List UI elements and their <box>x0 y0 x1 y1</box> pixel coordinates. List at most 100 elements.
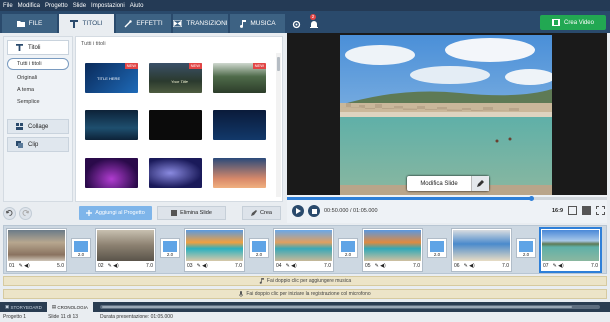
crop-icon[interactable] <box>568 206 577 215</box>
transition[interactable]: 2.0 <box>516 238 536 258</box>
title-thumbnail[interactable] <box>213 110 266 140</box>
transition[interactable]: 2.0 <box>427 238 447 258</box>
create-title-button[interactable]: Crea <box>242 206 281 220</box>
delete-slide-icon <box>171 210 178 216</box>
menu-bar: File Modifica Progetto Slide Impostazion… <box>0 0 610 11</box>
menu-aiuto[interactable]: Aiuto <box>130 3 144 9</box>
sidebar-item-tutti[interactable]: Tutti i titoli <box>7 58 69 70</box>
scrollbar-thumb[interactable] <box>277 57 280 71</box>
storyboard: 01 ✎ ◀) 5.0 2.0 02 ✎ ◀) 7.0 2.0 03 ✎ ◀) 7.0 2.… <box>3 225 607 274</box>
transition[interactable]: 2.0 <box>338 238 358 258</box>
screen-icon[interactable] <box>582 206 591 215</box>
gallery-scrollbar[interactable] <box>276 53 281 197</box>
clip-number: 05 <box>365 263 371 269</box>
create-video-label: Crea Video <box>564 19 594 26</box>
speaker-icon[interactable]: ◀) <box>380 263 386 269</box>
title-thumbnail[interactable] <box>85 158 138 188</box>
speaker-icon[interactable]: ◀) <box>558 263 564 269</box>
clip-bar: 02 ✎ ◀) 7.0 <box>96 261 155 271</box>
transition[interactable]: 2.0 <box>71 238 91 258</box>
undo-button[interactable] <box>3 206 16 220</box>
pencil-icon[interactable]: ✎ <box>464 263 468 269</box>
create-video-button[interactable]: Crea Video <box>540 15 606 30</box>
title-thumbnail[interactable] <box>85 110 138 140</box>
add-to-project-button[interactable]: Aggiungi al Progetto <box>79 206 152 220</box>
title-thumbnail[interactable]: NEW TITLE HERE <box>85 63 138 93</box>
menu-modifica[interactable]: Modifica <box>18 3 40 9</box>
edit-pencil-button[interactable] <box>471 176 489 191</box>
music-track[interactable]: Fai doppio clic per aggiungere musica <box>3 276 607 286</box>
pencil-icon[interactable]: ✎ <box>286 263 290 269</box>
settings-button[interactable] <box>289 17 303 31</box>
aspect-ratio[interactable]: 16:9 <box>552 208 563 214</box>
delete-slide-button[interactable]: Elimina Slide <box>157 206 226 220</box>
slide-clip[interactable]: 02 ✎ ◀) 7.0 <box>95 228 156 272</box>
player-controls: 00:50.000 / 01:05.000 16:9 <box>287 195 607 223</box>
tab-cronologia[interactable]: ▤ CRONOLOGIA <box>46 302 93 312</box>
tab-titoli[interactable]: TITOLI <box>59 14 114 33</box>
gallery-title: Tutti i titoli <box>81 41 106 47</box>
menu-progetto[interactable]: Progetto <box>45 3 68 9</box>
sidebar-item-originali[interactable]: Originali <box>4 72 72 84</box>
timeline-scrollbar[interactable] <box>100 305 600 309</box>
menu-file[interactable]: File <box>3 3 13 9</box>
slide-clip-selected[interactable]: 07 ✎ ◀) 7.0 <box>540 228 601 272</box>
music-hint: Fai doppio clic per aggiungere musica <box>266 278 352 284</box>
progress-knob[interactable] <box>529 196 534 201</box>
title-thumbnail[interactable] <box>149 110 202 140</box>
clip-bar: 04 ✎ ◀) 7.0 <box>274 261 333 271</box>
menu-slide[interactable]: Slide <box>73 3 86 9</box>
music-note-icon <box>259 278 264 284</box>
play-button[interactable] <box>292 205 304 217</box>
scrollbar-thumb[interactable] <box>102 306 572 308</box>
tab-effetti[interactable]: EFFETTI <box>116 14 171 33</box>
sidebar-titoli-header[interactable]: Titoli <box>7 40 69 55</box>
fullscreen-icon[interactable] <box>596 206 605 215</box>
tab-musica[interactable]: MUSICA <box>230 14 285 33</box>
speaker-icon[interactable]: ◀) <box>291 263 297 269</box>
slide-clip[interactable]: 06 ✎ ◀) 7.0 <box>451 228 512 272</box>
transition[interactable]: 2.0 <box>160 238 180 258</box>
sidebar-item-a-tema[interactable]: A tema <box>4 84 72 96</box>
clip-duration: 7.0 <box>413 263 420 269</box>
stop-button[interactable] <box>308 205 320 217</box>
transition-icon <box>74 241 88 252</box>
storyboard-label: STORYBOARD <box>10 304 42 310</box>
pencil-icon[interactable]: ✎ <box>19 263 23 269</box>
menu-impostazioni[interactable]: Impostazioni <box>91 3 125 9</box>
sidebar-collage[interactable]: Collage <box>7 119 69 134</box>
clip-thumbnail <box>8 230 65 261</box>
title-thumbnail[interactable]: NEW Your Title <box>149 63 202 93</box>
title-thumbnail[interactable] <box>213 158 266 188</box>
clip-bar: 06 ✎ ◀) 7.0 <box>452 261 511 271</box>
gear-icon <box>292 20 300 28</box>
sidebar-clip[interactable]: Clip <box>7 137 69 152</box>
title-thumbnail[interactable]: NEW <box>213 63 266 93</box>
modify-slide-button[interactable]: Modifica Slide <box>407 176 489 191</box>
slide-clip[interactable]: 04 ✎ ◀) 7.0 <box>273 228 334 272</box>
title-thumbnail[interactable] <box>149 158 202 188</box>
pencil-icon[interactable]: ✎ <box>553 263 557 269</box>
speaker-icon[interactable]: ◀) <box>469 263 475 269</box>
thumb-text: TITLE HERE <box>97 76 121 81</box>
new-tag: NEW <box>124 63 138 69</box>
speaker-icon[interactable]: ◀) <box>24 263 30 269</box>
transition[interactable]: 2.0 <box>249 238 269 258</box>
tab-file-label: FILE <box>28 20 43 27</box>
slide-clip[interactable]: 01 ✎ ◀) 5.0 <box>6 228 67 272</box>
slide-clip[interactable]: 03 ✎ ◀) 7.0 <box>184 228 245 272</box>
tab-storyboard[interactable]: ▣ STORYBOARD <box>0 302 47 312</box>
speaker-icon[interactable]: ◀) <box>202 263 208 269</box>
pencil-icon[interactable]: ✎ <box>375 263 379 269</box>
speaker-icon[interactable]: ◀) <box>113 263 119 269</box>
pencil-icon[interactable]: ✎ <box>108 263 112 269</box>
tab-file[interactable]: FILE <box>2 14 57 33</box>
sidebar-item-semplice[interactable]: Semplice <box>4 96 72 108</box>
voice-track[interactable]: Fai doppio clic per iniziare la registra… <box>3 289 607 299</box>
redo-button[interactable] <box>19 206 32 220</box>
tab-transizioni[interactable]: TRANSIZIONI <box>173 14 228 33</box>
pencil-icon[interactable]: ✎ <box>197 263 201 269</box>
bell-icon <box>310 20 318 28</box>
slide-clip[interactable]: 05 ✎ ◀) 7.0 <box>362 228 423 272</box>
progress-fill <box>287 197 531 200</box>
